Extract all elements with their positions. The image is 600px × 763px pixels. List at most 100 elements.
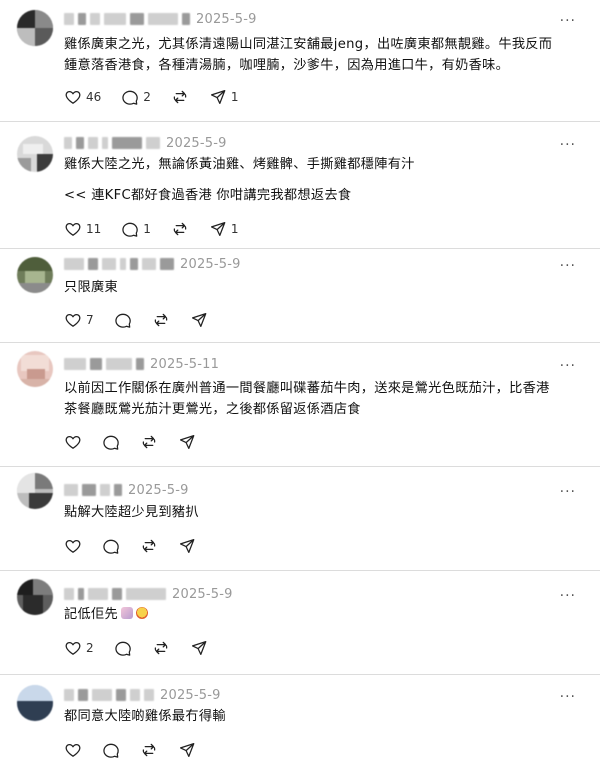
like-button[interactable]: 2 <box>64 639 94 657</box>
more-icon[interactable]: ··· <box>560 690 576 704</box>
comment-actions <box>64 739 216 761</box>
comment-item: 2025-5-9 ··· 雞係大陸之光，無論係黃油雞、烤雞髀、手撕雞都穩陣有汁 … <box>0 122 600 249</box>
avatar[interactable] <box>17 351 53 387</box>
username-blurred[interactable] <box>64 12 190 26</box>
comment-actions: 2 <box>64 637 228 659</box>
reply-button[interactable]: 1 <box>121 220 151 238</box>
comment-item: 2025-5-9 ··· 只限廣東 7 <box>0 249 600 343</box>
repost-icon <box>140 741 158 759</box>
repost-button[interactable] <box>140 433 158 451</box>
reply-button[interactable] <box>114 311 132 329</box>
share-button[interactable] <box>178 433 196 451</box>
share-icon <box>178 537 196 555</box>
sticker-image <box>120 607 133 619</box>
comment-actions: 11 1 1 <box>64 218 259 240</box>
repost-button[interactable] <box>171 220 189 238</box>
comment-header: 2025-5-11 <box>64 355 219 373</box>
share-icon <box>178 433 196 451</box>
comment-item: 2025-5-9 ··· 都同意大陸啲雞係最冇得輸 <box>0 675 600 763</box>
like-button[interactable]: 7 <box>64 311 94 329</box>
comment-actions: 46 2 1 <box>64 86 259 108</box>
repost-button[interactable] <box>140 741 158 759</box>
share-icon <box>190 639 208 657</box>
repost-button[interactable] <box>140 537 158 555</box>
username-blurred[interactable] <box>64 136 160 150</box>
heart-icon <box>64 537 82 555</box>
heart-icon <box>64 311 82 329</box>
share-button[interactable]: 1 <box>209 88 239 106</box>
comment-icon <box>102 741 120 759</box>
comment-text: 以前因工作關係在廣州普通一間餐廳叫碟蕃茄牛肉，送來是鶯光色既茄汁，比香港 茶餐廳… <box>64 381 550 417</box>
more-icon[interactable]: ··· <box>560 359 576 373</box>
comment-date: 2025-5-9 <box>172 586 233 602</box>
comment-text: 雞係廣東之光，尤其係清遠陽山同湛江安舖最jeng，出咗廣東都無靚雞。牛我反而 鍾… <box>64 37 553 73</box>
more-icon[interactable]: ··· <box>560 589 576 603</box>
repost-icon <box>171 88 189 106</box>
avatar[interactable] <box>17 473 53 509</box>
comment-actions: 7 <box>64 309 228 331</box>
comment-date: 2025-5-9 <box>180 256 241 272</box>
repost-icon <box>152 639 170 657</box>
reply-button[interactable] <box>102 741 120 759</box>
reply-button[interactable] <box>102 537 120 555</box>
repost-icon <box>140 537 158 555</box>
comment-date: 2025-5-11 <box>150 356 220 372</box>
username-blurred[interactable] <box>64 688 154 702</box>
reply-button[interactable] <box>102 433 120 451</box>
avatar[interactable] <box>17 136 53 172</box>
comment-icon <box>114 639 132 657</box>
reply-button[interactable]: 2 <box>121 88 151 106</box>
repost-button[interactable] <box>152 311 170 329</box>
repost-icon <box>152 311 170 329</box>
avatar[interactable] <box>17 10 53 46</box>
comment-item: 2025-5-9 ··· 點解大陸超少見到豬扒 <box>0 467 600 571</box>
comment-icon <box>102 537 120 555</box>
comment-header: 2025-5-9 <box>64 255 241 273</box>
share-icon <box>178 741 196 759</box>
like-button[interactable] <box>64 537 82 555</box>
share-button[interactable] <box>178 537 196 555</box>
like-button[interactable]: 11 <box>64 220 101 238</box>
share-button[interactable]: 1 <box>209 220 239 238</box>
repost-icon <box>171 220 189 238</box>
comment-date: 2025-5-9 <box>160 687 221 703</box>
avatar[interactable] <box>17 257 53 293</box>
username-blurred[interactable] <box>64 483 122 497</box>
heart-icon <box>64 88 82 106</box>
repost-button[interactable] <box>152 639 170 657</box>
comment-icon <box>114 311 132 329</box>
comment-icon <box>102 433 120 451</box>
share-button[interactable] <box>190 639 208 657</box>
share-icon <box>190 311 208 329</box>
username-blurred[interactable] <box>64 587 166 601</box>
reply-button[interactable] <box>114 639 132 657</box>
comment-text: 記低佢先 <box>64 604 582 625</box>
share-button[interactable] <box>178 741 196 759</box>
heart-icon <box>64 639 82 657</box>
more-icon[interactable]: ··· <box>560 138 576 152</box>
username-blurred[interactable] <box>64 257 174 271</box>
share-button[interactable] <box>190 311 208 329</box>
comment-text: 點解大陸超少見到豬扒 <box>64 505 199 520</box>
more-icon[interactable]: ··· <box>560 259 576 273</box>
comment-actions <box>64 431 216 453</box>
comment-icon <box>121 220 139 238</box>
more-icon[interactable]: ··· <box>560 485 576 499</box>
comment-header: 2025-5-9 <box>64 686 221 704</box>
like-button[interactable] <box>64 741 82 759</box>
comment-item: 2025-5-9 ··· 雞係廣東之光，尤其係清遠陽山同湛江安舖最jeng，出咗… <box>0 0 600 122</box>
avatar[interactable] <box>17 579 53 615</box>
comment-text: 雞係大陸之光，無論係黃油雞、烤雞髀、手撕雞都穩陣有汁 << 連KFC都好食過香港… <box>64 157 415 203</box>
comment-date: 2025-5-9 <box>128 482 189 498</box>
more-icon[interactable]: ··· <box>560 14 576 28</box>
comment-header: 2025-5-9 <box>64 10 257 28</box>
comment-icon <box>121 88 139 106</box>
avatar[interactable] <box>17 685 53 721</box>
like-button[interactable]: 46 <box>64 88 101 106</box>
comment-header: 2025-5-9 <box>64 134 227 152</box>
comment-header: 2025-5-9 <box>64 585 233 603</box>
username-blurred[interactable] <box>64 357 144 371</box>
repost-button[interactable] <box>171 88 189 106</box>
like-button[interactable] <box>64 433 82 451</box>
repost-icon <box>140 433 158 451</box>
